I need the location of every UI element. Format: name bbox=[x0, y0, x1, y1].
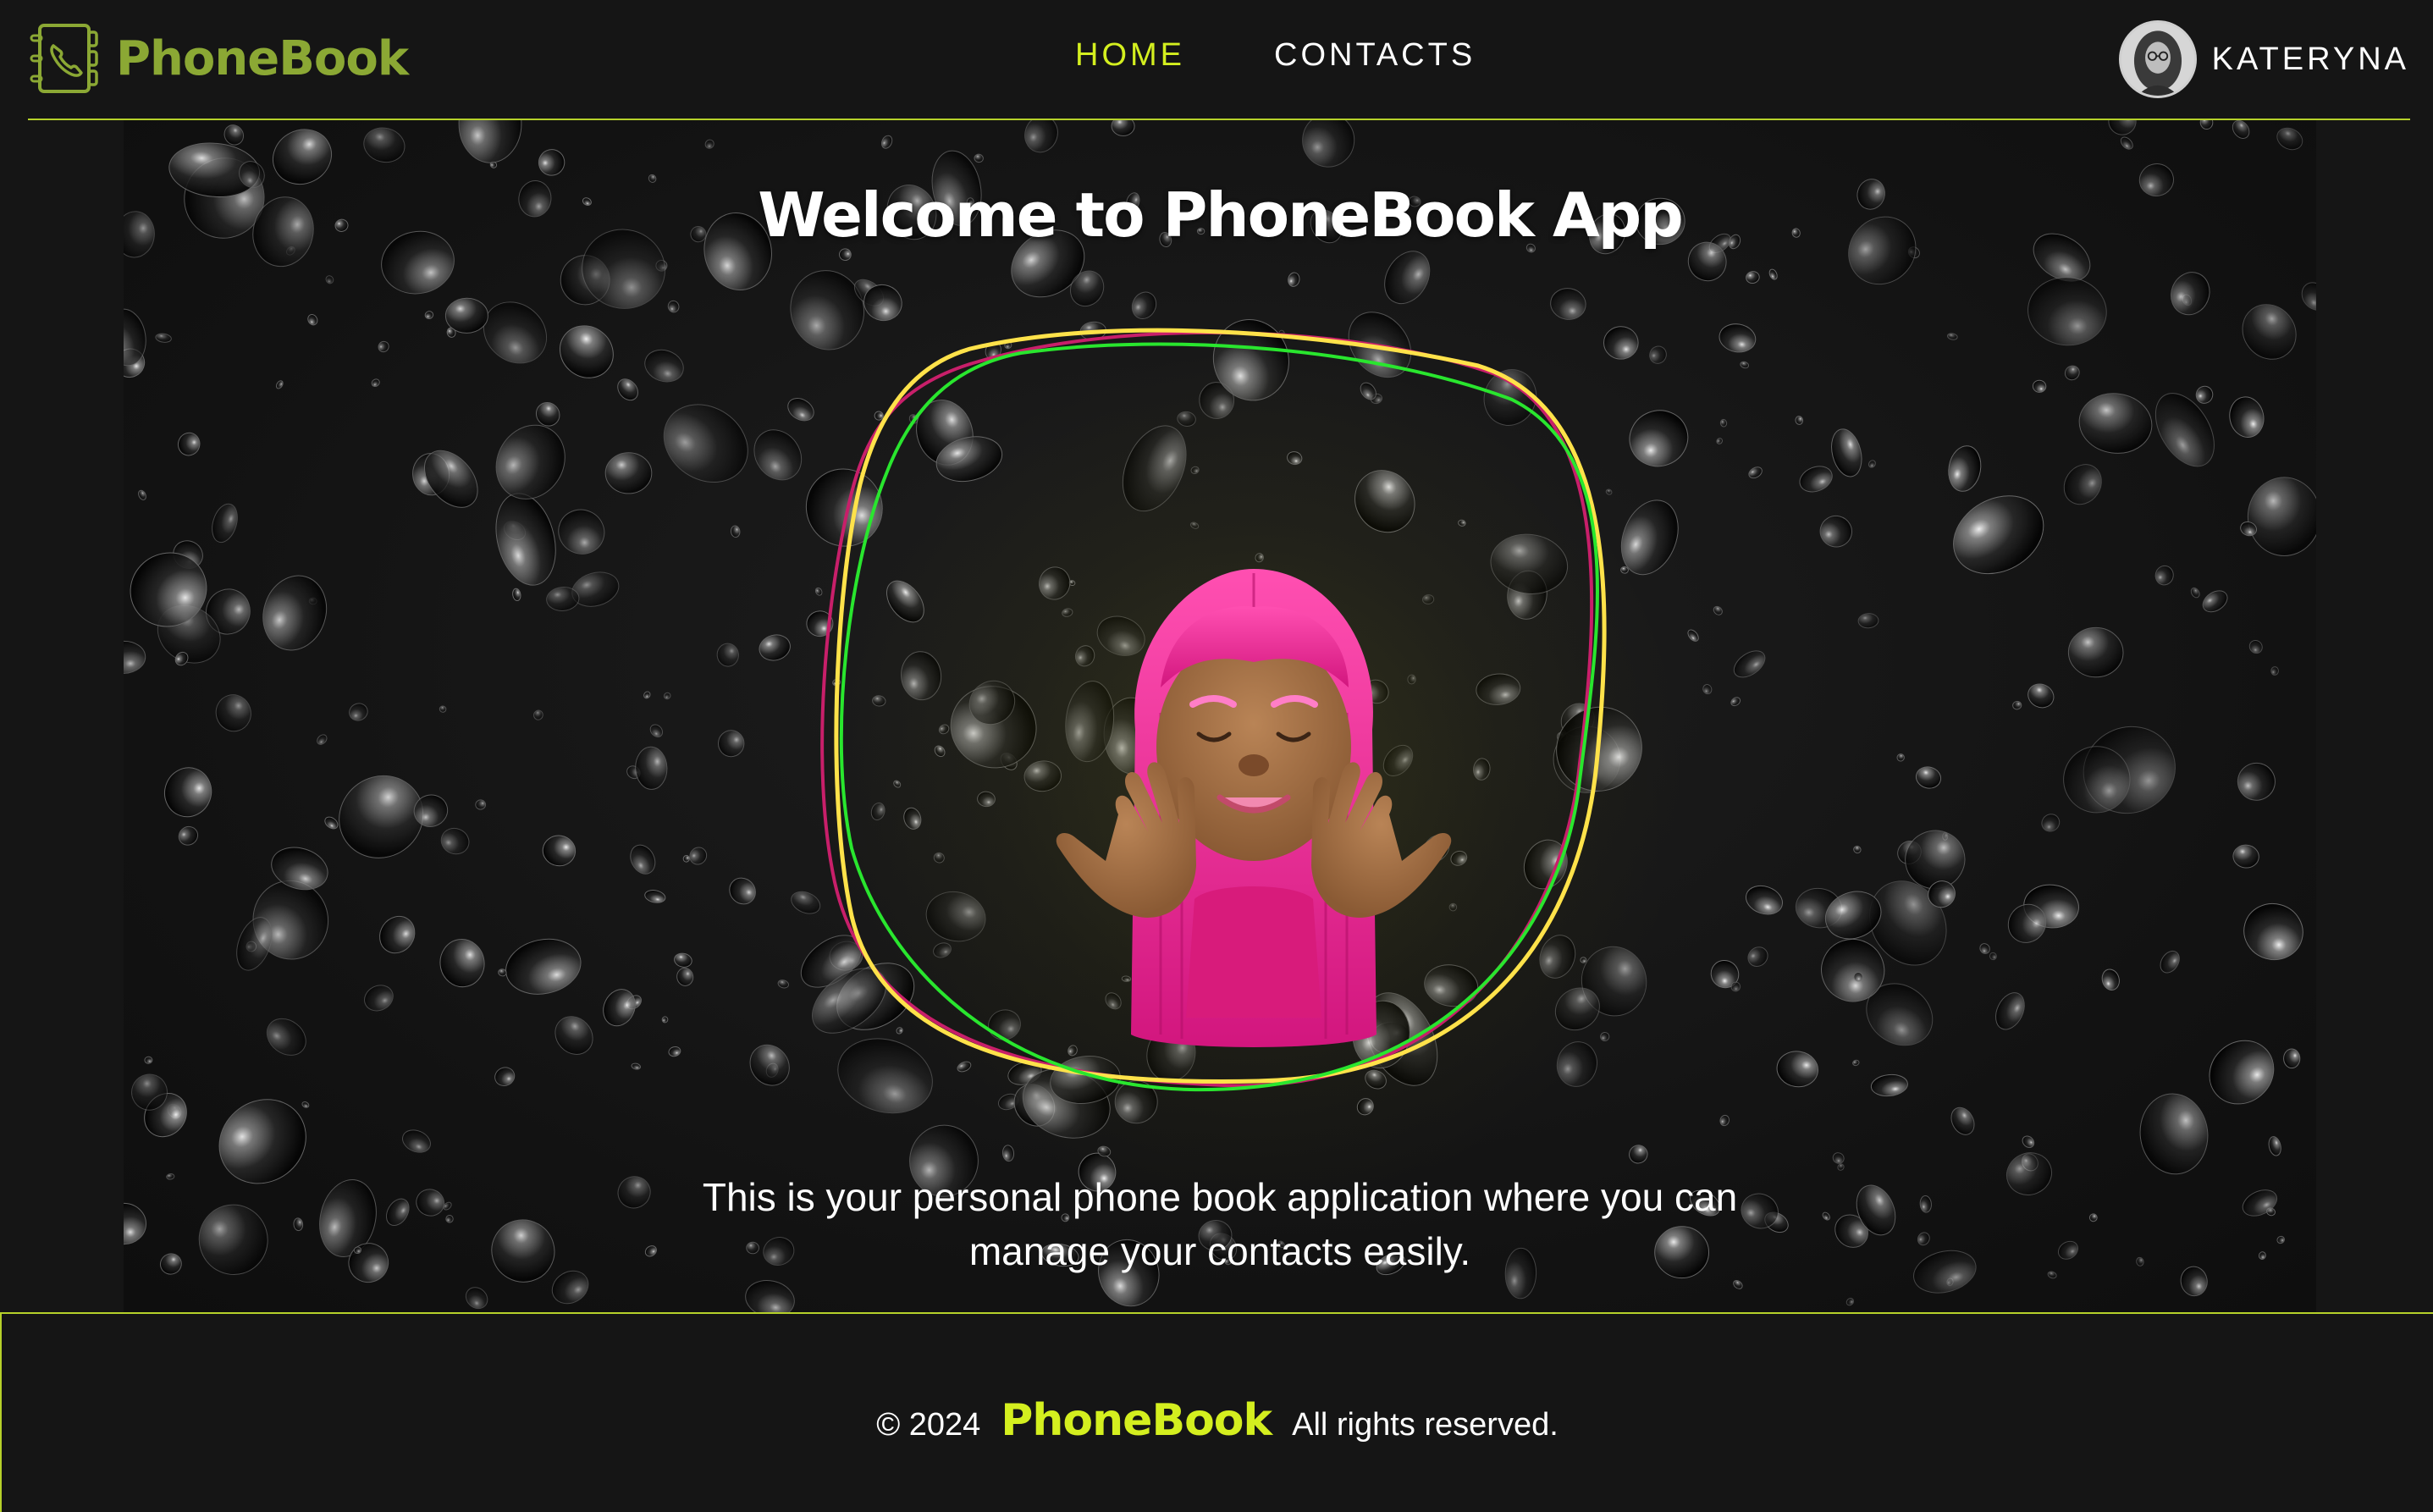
footer-logo-text: PhoneBook bbox=[1001, 1395, 1272, 1446]
hero-description-line-1: This is your personal phone book applica… bbox=[702, 1175, 1738, 1219]
logo-text: PhoneBook bbox=[116, 30, 409, 86]
footer-content: © 2024 PhoneBook All rights reserved. bbox=[2, 1395, 2433, 1446]
nav-home-link[interactable]: HOME bbox=[1075, 37, 1185, 74]
memoji-avatar-image bbox=[1056, 569, 1452, 1047]
hero-title: Welcome to PhoneBook App bbox=[758, 179, 1684, 251]
phonebook-icon bbox=[30, 24, 98, 93]
hero-description: This is your personal phone book applica… bbox=[124, 1170, 2316, 1278]
site-header: PhoneBook HOME CONTACTS KATERYNA bbox=[0, 0, 2433, 120]
user-menu[interactable]: KATERYNA bbox=[2118, 20, 2409, 98]
footer-rights: All rights reserved. bbox=[1292, 1407, 1559, 1443]
nav-contacts-link[interactable]: CONTACTS bbox=[1274, 37, 1476, 74]
site-footer: © 2024 PhoneBook All rights reserved. bbox=[0, 1312, 2433, 1512]
footer-copyright: © 2024 bbox=[876, 1407, 981, 1443]
main-nav: HOME CONTACTS bbox=[1075, 37, 1476, 74]
hero-description-line-2: manage your contacts easily. bbox=[968, 1229, 1471, 1273]
avatar[interactable] bbox=[2118, 20, 2197, 98]
user-photo-icon bbox=[2121, 23, 2194, 96]
user-name[interactable]: KATERYNA bbox=[2212, 41, 2409, 78]
logo-link[interactable]: PhoneBook bbox=[28, 20, 409, 97]
hero-section: Welcome to PhoneBook App This is your pe… bbox=[124, 120, 2316, 1312]
